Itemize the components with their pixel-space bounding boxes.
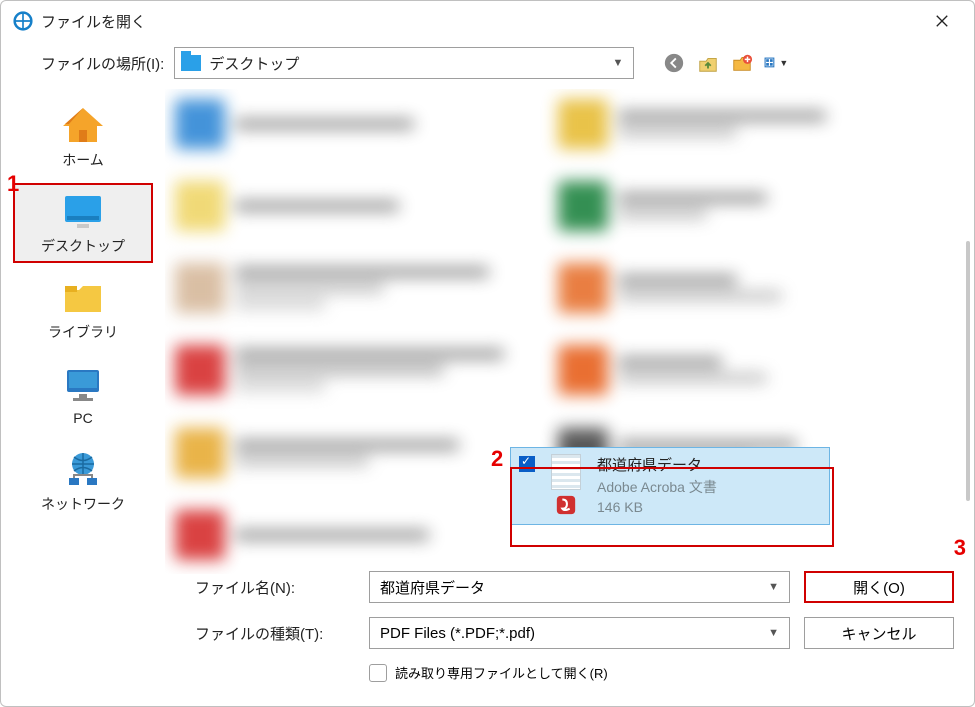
file-type-dropdown[interactable]: PDF Files (*.PDF;*.pdf) ▼ bbox=[369, 617, 790, 649]
location-row: ファイルの場所(I): デスクトップ ▼ ▼ bbox=[1, 41, 974, 89]
sidebar-item-network[interactable]: ネットワーク bbox=[13, 441, 153, 521]
libraries-icon bbox=[59, 276, 107, 318]
scrollbar-thumb[interactable] bbox=[966, 241, 970, 501]
sidebar-item-label: ホーム bbox=[62, 150, 104, 170]
titlebar: ファイルを開く bbox=[1, 1, 974, 41]
network-icon bbox=[59, 448, 107, 490]
close-button[interactable] bbox=[922, 1, 962, 41]
cancel-button[interactable]: キャンセル bbox=[804, 617, 954, 649]
open-file-dialog: ファイルを開く ファイルの場所(I): デスクトップ ▼ ▼ bbox=[0, 0, 975, 707]
annotation-3: 3 bbox=[954, 535, 966, 561]
view-menu-icon[interactable]: ▼ bbox=[764, 51, 788, 75]
sidebar-item-desktop[interactable]: デスクトップ bbox=[13, 183, 153, 263]
desktop-icon bbox=[59, 190, 107, 232]
window-title: ファイルを開く bbox=[41, 11, 146, 32]
new-folder-icon[interactable] bbox=[730, 51, 754, 75]
annotation-2: 2 bbox=[491, 446, 503, 472]
home-icon bbox=[59, 104, 107, 146]
location-value: デスクトップ bbox=[209, 53, 608, 74]
open-button[interactable]: 開く(O) bbox=[804, 571, 954, 603]
readonly-checkbox[interactable] bbox=[369, 664, 387, 682]
file-type-label: ファイルの種類(T): bbox=[195, 623, 355, 644]
folder-icon bbox=[181, 55, 201, 71]
bottom-form: ファイル名(N): 都道府県データ ▼ 開く(O) ファイルの種類(T): PD… bbox=[1, 563, 974, 706]
sidebar-item-label: PC bbox=[73, 410, 92, 426]
file-name-input[interactable]: 都道府県データ ▼ bbox=[369, 571, 790, 603]
chevron-down-icon: ▼ bbox=[768, 581, 779, 593]
back-icon[interactable] bbox=[662, 51, 686, 75]
sidebar-item-label: ネットワーク bbox=[41, 494, 125, 514]
app-icon bbox=[13, 11, 33, 31]
sidebar-item-libraries[interactable]: ライブラリ bbox=[13, 269, 153, 349]
up-icon[interactable] bbox=[696, 51, 720, 75]
location-dropdown[interactable]: デスクトップ ▼ bbox=[174, 47, 634, 79]
sidebar-item-label: デスクトップ bbox=[41, 236, 125, 256]
sidebar-item-pc[interactable]: PC bbox=[13, 355, 153, 435]
annotation-1: 1 bbox=[7, 171, 19, 197]
file-name-label: ファイル名(N): bbox=[195, 577, 355, 598]
readonly-label: 読み取り専用ファイルとして開く(R) bbox=[395, 663, 608, 682]
chevron-down-icon: ▼ bbox=[768, 627, 779, 639]
location-label: ファイルの場所(I): bbox=[41, 53, 164, 74]
chevron-down-icon: ▼ bbox=[608, 57, 627, 69]
annotation-box-2 bbox=[510, 467, 834, 547]
sidebar-item-home[interactable]: ホーム bbox=[13, 97, 153, 177]
sidebar-item-label: ライブラリ bbox=[48, 322, 118, 342]
places-sidebar: ホーム デスクトップ ライブラリ PC bbox=[1, 89, 165, 574]
pc-icon bbox=[59, 364, 107, 406]
